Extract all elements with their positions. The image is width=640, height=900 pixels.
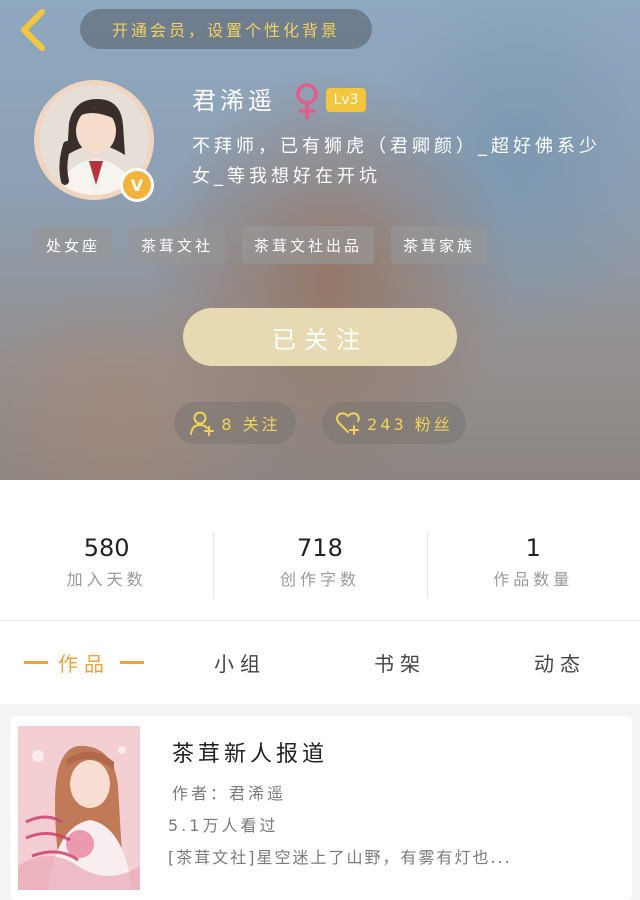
profile-bio: 不拜师，已有狮虎（君卿颜）_超好佛系少女_等我想好在开坑 [192,136,601,187]
fans-button[interactable]: 243 粉丝 [322,402,466,444]
tag-society[interactable]: 茶茸文社 [129,226,226,264]
profile-tabs: 作品 小组 书架 动态 [0,636,640,688]
tab-feed[interactable]: 动态 [534,636,586,688]
fans-count: 243 粉丝 [367,415,453,434]
tab-groups[interactable]: 小组 [214,636,266,688]
stat-join-days: 580 加入天数 [0,530,213,610]
tab-works[interactable]: 作品 [14,636,154,688]
work-author: 作者：君浠遥 [172,784,287,803]
following-button[interactable]: 8 关注 [174,402,296,444]
stat-value: 1 [525,534,541,562]
stat-label: 创作字数 [279,570,360,589]
tag-society-produced[interactable]: 茶茸文社出品 [242,226,375,264]
profile-stats: 580 加入天数 718 创作字数 1 作品数量 [0,530,640,610]
work-title[interactable]: 茶茸新人报道 [172,736,328,768]
tag-family[interactable]: 茶茸家族 [391,226,488,264]
tab-bookshelf[interactable]: 书架 [374,636,426,688]
work-cover-image[interactable] [18,726,140,890]
chevron-left-icon [21,9,45,51]
heart-plus-icon [336,412,360,435]
level-badge: Lv3 [326,88,366,112]
stat-value: 718 [297,534,343,562]
tag-zodiac[interactable]: 处女座 [34,226,113,264]
female-symbol-icon [296,83,318,120]
active-tab-indicator [120,660,144,664]
work-views: 5.1万人看过 [168,816,279,835]
add-user-icon [190,411,215,436]
back-button[interactable] [14,8,54,52]
profile-header: 开通会员，设置个性化背景 V 君浠遥 Lv3 不拜师，已有狮虎（君卿颜）_超好佛… [0,0,640,480]
stat-label: 加入天数 [66,570,147,589]
verified-badge: V [120,168,154,202]
stat-word-count: 718 创作字数 [213,530,426,610]
work-description: [茶茸文社]星空迷上了山野，有雾有灯也... [168,848,512,867]
stat-value: 580 [83,534,130,562]
work-card[interactable]: 茶茸新人报道 作者：君浠遥 5.1万人看过 [茶茸文社]星空迷上了山野，有雾有灯… [10,716,632,900]
username: 君浠遥 [192,87,276,115]
profile-tags: 处女座 茶茸文社 茶茸文社出品 茶茸家族 [34,226,488,264]
stat-works-count: 1 作品数量 [426,530,640,610]
follow-button[interactable]: 已关注 [183,308,457,366]
active-tab-indicator [24,660,48,664]
stat-label: 作品数量 [493,570,574,589]
following-count: 8 关注 [221,415,281,434]
vip-background-banner[interactable]: 开通会员，设置个性化背景 [80,9,372,49]
divider [0,620,640,621]
tab-label: 作品 [58,651,110,676]
